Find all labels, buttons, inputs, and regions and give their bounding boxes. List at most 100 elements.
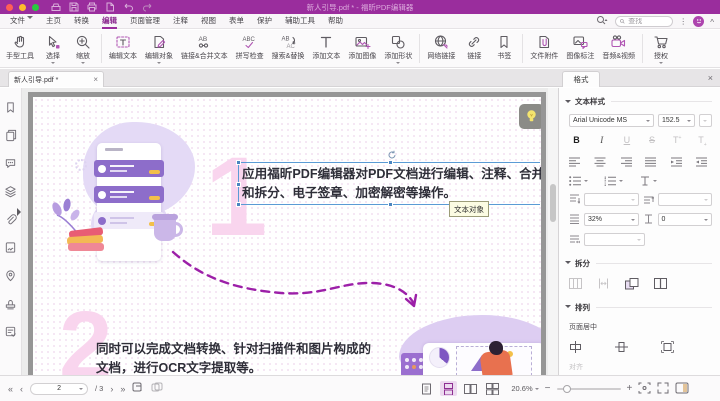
center-vertically-button[interactable] — [615, 341, 628, 353]
undo-icon[interactable] — [123, 2, 134, 12]
resize-handle-nw[interactable] — [236, 160, 241, 165]
center-both-button[interactable] — [661, 341, 674, 353]
tip-lightbulb-button[interactable] — [519, 104, 544, 129]
spell-check-button[interactable]: ABC 拼写检查 — [232, 30, 268, 67]
resize-handle-e[interactable] — [540, 182, 545, 187]
save-icon[interactable] — [69, 2, 79, 12]
open-file-icon[interactable] — [51, 2, 61, 12]
font-family-select[interactable]: Arial Unicode MS — [569, 114, 654, 127]
bullet-list-button[interactable] — [569, 176, 588, 186]
close-window-button[interactable] — [6, 4, 13, 11]
merge-objects-button[interactable] — [625, 278, 639, 290]
menu-comment[interactable]: 注释 — [173, 13, 188, 29]
justify-button[interactable] — [645, 157, 657, 167]
close-tab-icon[interactable]: × — [93, 75, 98, 84]
arrange-section-header[interactable]: 排列 — [565, 302, 712, 313]
format-panel-tab[interactable]: 格式 — [562, 71, 600, 87]
scrollbar-thumb[interactable] — [550, 184, 556, 222]
document-tab[interactable]: 新人引导.pdf * × — [8, 71, 104, 87]
menu-accessibility[interactable]: 辅助工具 — [285, 13, 315, 29]
zoom-level-select[interactable]: 20.6% — [511, 384, 538, 393]
vertical-scrollbar[interactable] — [548, 88, 558, 375]
bookmark-button[interactable]: 书签 — [489, 30, 519, 67]
menu-view[interactable]: 视图 — [201, 13, 216, 29]
increase-indent-button[interactable] — [696, 157, 708, 167]
space-after-select[interactable] — [658, 193, 713, 206]
menu-page-organize[interactable]: 页面管理 — [130, 13, 160, 29]
line-spacing-select[interactable]: 32% — [584, 213, 639, 226]
decrease-indent-button[interactable] — [671, 157, 683, 167]
next-view-icon[interactable] — [151, 382, 163, 395]
find-input[interactable] — [628, 18, 668, 25]
split-columns-button[interactable] — [569, 278, 582, 289]
pdf-page[interactable]: 1 应用福昕PDF编辑器 — [28, 92, 546, 375]
account-avatar[interactable] — [693, 16, 704, 27]
collapse-toolbar-icon[interactable]: ^ — [710, 18, 714, 27]
text-style-section-header[interactable]: 文本样式 — [565, 96, 712, 107]
license-button[interactable]: 授权 — [646, 30, 676, 67]
h-scale-select[interactable] — [584, 233, 645, 246]
hand-tool-button[interactable]: 手型工具 — [2, 30, 38, 67]
align-right-button[interactable] — [620, 157, 632, 167]
menu-edit[interactable]: 编辑 — [102, 13, 117, 29]
maximize-window-button[interactable] — [32, 4, 39, 11]
file-attachment-button[interactable]: 文件附件 — [526, 30, 562, 67]
bold-button[interactable]: B — [569, 135, 584, 148]
minimize-window-button[interactable] — [19, 4, 26, 11]
fit-visible-icon[interactable] — [638, 382, 651, 396]
reading-mode-icon[interactable] — [675, 382, 689, 396]
zoom-tool-button[interactable]: 缩放 — [68, 30, 98, 67]
single-page-view-icon[interactable] — [418, 381, 435, 396]
last-page-button[interactable]: » — [120, 384, 125, 394]
zoom-in-button[interactable]: + — [627, 383, 633, 394]
text-mark-button[interactable] — [639, 176, 657, 186]
link-join-text-button[interactable]: AB 链接&合并文本 — [177, 30, 232, 67]
redo-icon[interactable] — [142, 2, 153, 12]
menu-home[interactable]: 主页 — [46, 13, 61, 29]
link-button[interactable]: 链接 — [459, 30, 489, 67]
resize-handle-se[interactable] — [540, 202, 545, 207]
new-document-icon[interactable] — [105, 2, 115, 12]
audio-video-button[interactable]: 音频&视频 — [598, 30, 639, 67]
superscript-button[interactable]: T+ — [670, 135, 685, 148]
resize-handle-sw[interactable] — [236, 202, 241, 207]
menu-help[interactable]: 帮助 — [328, 13, 343, 29]
more-options-icon[interactable]: ⋮ — [679, 17, 687, 26]
center-horizontally-button[interactable] — [569, 341, 582, 353]
previous-view-icon[interactable] — [132, 382, 144, 395]
split-section-header[interactable]: 拆分 — [565, 258, 712, 269]
signatures-panel-icon[interactable] — [4, 241, 17, 254]
menu-convert[interactable]: 转换 — [74, 13, 89, 29]
align-center-button[interactable] — [594, 157, 606, 167]
add-image-button[interactable]: 添加图像 — [344, 30, 380, 67]
close-panel-icon[interactable]: × — [708, 73, 713, 83]
next-page-button[interactable]: › — [110, 384, 113, 394]
align-left-button[interactable] — [569, 157, 581, 167]
font-style-select[interactable] — [699, 114, 712, 127]
numbered-list-button[interactable] — [604, 176, 623, 186]
edit-object-button[interactable]: 编辑对象 — [141, 30, 177, 67]
menu-form[interactable]: 表单 — [229, 13, 244, 29]
destinations-panel-icon[interactable] — [4, 269, 17, 282]
subscript-button[interactable]: T+ — [695, 135, 710, 148]
web-link-button[interactable]: 网络链接 — [423, 30, 459, 67]
search-replace-button[interactable]: ABAC 搜索&替换 — [268, 30, 309, 67]
stamps-panel-icon[interactable] — [4, 297, 17, 310]
comments-panel-icon[interactable] — [4, 157, 17, 170]
print-icon[interactable] — [87, 2, 97, 12]
select-tool-button[interactable]: 选择 — [38, 30, 68, 67]
pages-panel-icon[interactable] — [4, 129, 17, 142]
add-shape-button[interactable]: 添加形状 — [380, 30, 416, 67]
strikethrough-button[interactable]: S — [645, 135, 660, 148]
underline-button[interactable]: U — [619, 135, 634, 148]
menu-file[interactable]: 文件 — [10, 13, 33, 29]
zoom-slider[interactable] — [557, 388, 621, 390]
image-annotation-button[interactable]: 图像标注 — [562, 30, 598, 67]
add-text-button[interactable]: 添加文本 — [308, 30, 344, 67]
previous-page-button[interactable]: ‹ — [20, 384, 23, 394]
rotate-handle[interactable] — [387, 150, 397, 162]
fields-panel-icon[interactable] — [4, 325, 17, 338]
edit-text-button[interactable]: 编辑文本 — [105, 30, 141, 67]
resize-handle-ne[interactable] — [540, 160, 545, 165]
char-spacing-select[interactable]: 0 — [658, 213, 713, 226]
